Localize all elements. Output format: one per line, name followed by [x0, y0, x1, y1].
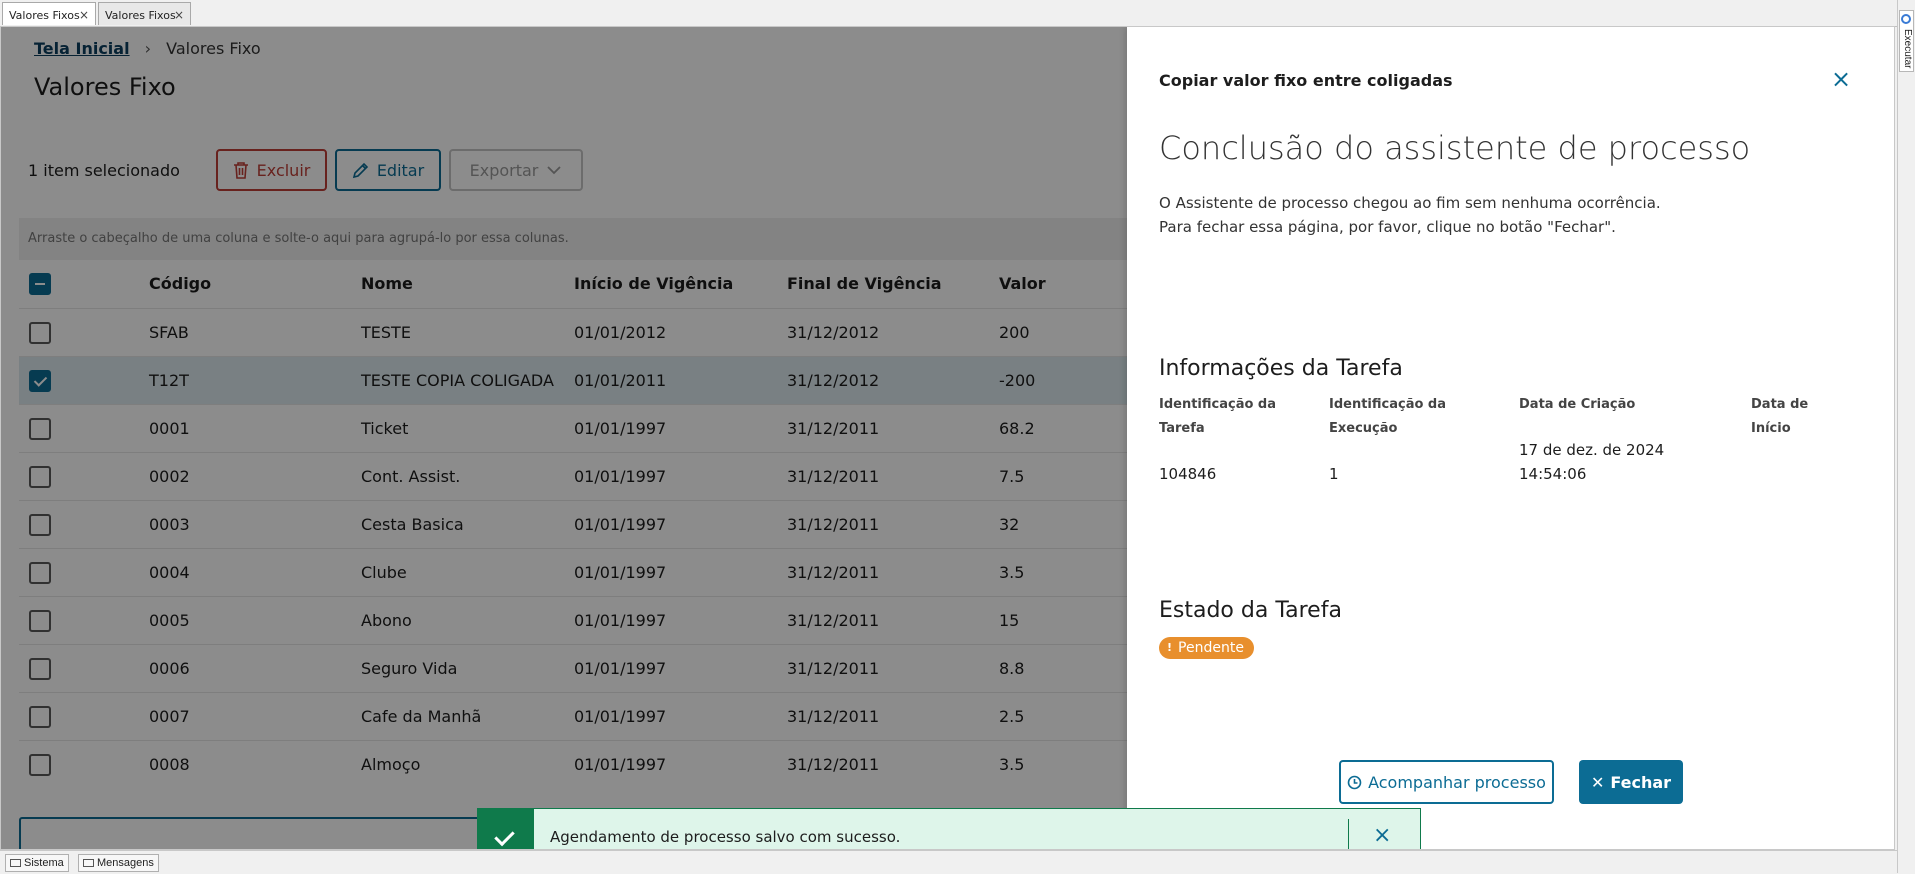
gear-icon [1901, 14, 1911, 24]
follow-process-button[interactable]: Acompanhar processo [1339, 760, 1554, 804]
sistema-tab[interactable]: Sistema [5, 854, 69, 872]
close-icon[interactable]: × [79, 8, 89, 22]
process-wizard-drawer: Copiar valor fixo entre coligadas × Conc… [1127, 27, 1894, 849]
wizard-heading: Conclusão do assistente de processo [1159, 129, 1751, 167]
execution-id-label-line2: Execução [1329, 421, 1398, 436]
close-icon[interactable]: × [174, 8, 184, 22]
creation-date-value: 17 de dez. de 2024 14:54:06 [1519, 438, 1664, 486]
app-frame: Tela Inicial › Valores Fixo Valores Fixo… [0, 26, 1895, 850]
alert-icon: ! [1167, 641, 1173, 654]
close-icon: ✕ [1590, 772, 1605, 792]
execution-id-label: Identificação da Execução [1329, 393, 1446, 441]
message-icon [83, 859, 94, 867]
success-toast: Agendamento de processo salvo com sucess… [477, 808, 1421, 849]
start-date-label: Data de Início [1751, 393, 1808, 441]
status-badge: ! Pendente [1159, 637, 1254, 659]
wizard-message-line-2: Para fechar essa página, por favor, cliq… [1159, 218, 1616, 236]
mensagens-tab[interactable]: Mensagens [78, 854, 159, 872]
status-bar: Sistema Mensagens [0, 850, 1897, 874]
close-button-label: Fechar [1610, 772, 1672, 792]
check-icon [478, 809, 534, 849]
creation-date-label: Data de Criação [1519, 397, 1636, 412]
start-date-label-line1: Data de [1751, 397, 1809, 412]
sistema-tab-label: Sistema [24, 857, 64, 869]
window-tab-valores-fixos-2[interactable]: Valores Fixos × [98, 2, 191, 25]
task-id-label: Identificação da Tarefa [1159, 393, 1276, 441]
follow-process-label: Acompanhar processo [1368, 772, 1546, 792]
status-badge-label: Pendente [1178, 640, 1244, 656]
close-button[interactable]: ✕ Fechar [1579, 760, 1683, 804]
executar-side-tab[interactable]: Executar [1899, 10, 1914, 72]
toast-divider [1348, 819, 1349, 849]
creation-date: 17 de dez. de 2024 [1519, 441, 1665, 459]
monitor-icon [10, 859, 21, 867]
window-tab-valores-fixos-1[interactable]: Valores Fixos × [2, 2, 96, 25]
toast-message: Agendamento de processo salvo com sucess… [550, 828, 901, 846]
modal-overlay[interactable] [1, 27, 1127, 849]
close-icon[interactable]: × [1827, 65, 1855, 93]
task-state-title: Estado da Tarefa [1159, 598, 1342, 623]
task-id-label-line2: Tarefa [1159, 421, 1205, 436]
mensagens-tab-label: Mensagens [97, 857, 154, 869]
drawer-title: Copiar valor fixo entre coligadas [1159, 71, 1453, 90]
task-id-value: 104846 [1159, 465, 1217, 483]
executar-label: Executar [1902, 29, 1913, 69]
start-date-label-line2: Início [1751, 421, 1791, 436]
execution-id-label-line1: Identificação da [1329, 397, 1447, 412]
wizard-message-line-1: O Assistente de processo chegou ao fim s… [1159, 194, 1661, 212]
close-icon[interactable]: × [1373, 825, 1391, 847]
side-panel-strip: Executar [1897, 0, 1915, 873]
task-info-title: Informações da Tarefa [1159, 356, 1403, 381]
clock-icon [1347, 775, 1362, 789]
window-tab-label: Valores Fixos [105, 9, 176, 22]
execution-id-value: 1 [1329, 465, 1339, 483]
creation-time: 14:54:06 [1519, 465, 1587, 483]
task-id-label-line1: Identificação da [1159, 397, 1277, 412]
window-tab-label: Valores Fixos [9, 9, 80, 22]
window-tab-strip: Valores Fixos × Valores Fixos × [0, 0, 1915, 27]
